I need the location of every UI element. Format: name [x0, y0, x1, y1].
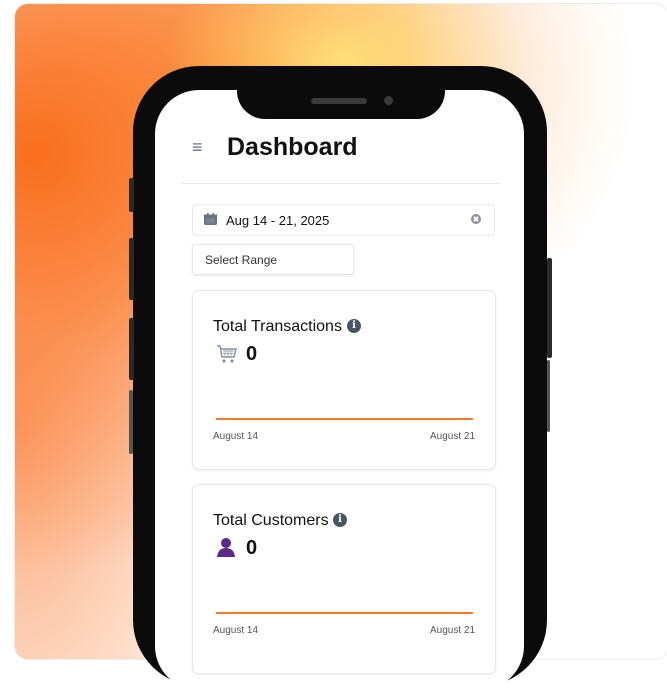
phone-power-button: [547, 258, 552, 358]
phone-power-button: [547, 360, 550, 432]
total-customers-value: 0: [246, 537, 258, 559]
phone-side-button: [129, 238, 134, 300]
date-range-value: Aug 14 - 21, 2025: [226, 213, 330, 228]
clear-icon[interactable]: [471, 214, 481, 224]
phone-side-button: [129, 390, 133, 454]
transactions-trend-line: [216, 418, 473, 420]
user-icon: [217, 538, 235, 557]
start-date-label: August 14: [213, 431, 259, 442]
shopping-cart-icon: [217, 345, 237, 363]
calendar-icon: [204, 213, 217, 225]
info-icon[interactable]: i: [347, 319, 361, 333]
phone-notch: [237, 66, 445, 119]
end-date-label: August 21: [430, 431, 476, 442]
hamburger-menu-icon[interactable]: ≡: [192, 138, 203, 156]
phone-side-button: [129, 178, 134, 212]
header-divider: [181, 183, 500, 184]
card-title: Total Customers: [213, 512, 329, 529]
phone-speaker: [311, 98, 367, 104]
start-date-label: August 14: [213, 625, 259, 636]
info-icon[interactable]: i: [333, 513, 347, 527]
page-title: Dashboard: [227, 133, 358, 161]
card-title: Total Transactions: [213, 318, 342, 335]
customers-trend-line: [216, 612, 473, 614]
total-transactions-value: 0: [246, 343, 258, 365]
select-range-label: Select Range: [205, 253, 278, 267]
phone-camera: [384, 96, 393, 105]
total-transactions-card: [192, 290, 496, 470]
phone-side-button: [129, 318, 134, 380]
end-date-label: August 21: [430, 625, 476, 636]
